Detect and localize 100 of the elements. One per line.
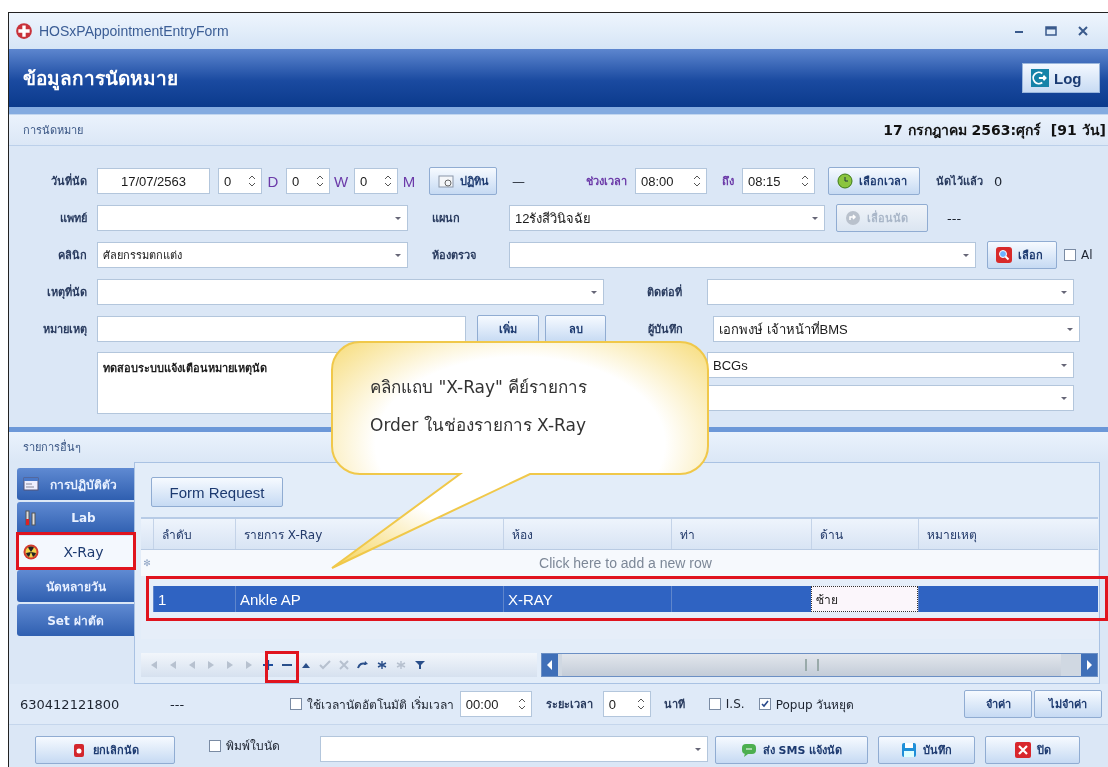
spinner-icon[interactable] <box>248 173 256 189</box>
unit-label: W <box>332 172 350 190</box>
caret-icon[interactable] <box>962 251 970 259</box>
caret-icon[interactable] <box>694 745 702 753</box>
spinner-icon[interactable] <box>636 696 645 712</box>
table-cell: 1 <box>153 586 235 612</box>
add-icon[interactable] <box>261 660 275 670</box>
check-icon[interactable] <box>318 660 332 670</box>
clinic-combo[interactable]: ศัลยกรรมตกแต่ง <box>97 242 408 268</box>
field-label: หมายเหตุ <box>42 322 87 338</box>
spin-field[interactable]: 0 <box>218 168 262 194</box>
side-tab[interactable]: X-Ray <box>17 536 134 568</box>
extra-combo[interactable]: BCGs <box>707 352 1074 378</box>
cancel-appointment-button[interactable]: ยกเลิกนัด <box>35 736 175 764</box>
spinner-icon[interactable] <box>693 173 701 189</box>
column-header[interactable]: ด้าน <box>811 519 918 549</box>
time-field[interactable]: 00:00 <box>459 691 532 717</box>
remember-button[interactable]: จำค่า <box>964 690 1032 718</box>
checkbox[interactable] <box>758 698 771 710</box>
column-header[interactable]: หมายเหตุ <box>918 519 1098 549</box>
close-icon <box>1014 742 1031 758</box>
maximize-icon[interactable] <box>1044 24 1058 38</box>
side-tab[interactable]: Set ผ่าตัด <box>17 604 134 636</box>
department-combo[interactable]: 12รังสีวินิจฉัย <box>509 205 825 231</box>
chat-icon <box>740 742 757 758</box>
note-field[interactable] <box>97 316 466 342</box>
checkbox[interactable] <box>209 739 221 752</box>
pick-time-button[interactable]: เลือกเวลา <box>828 167 920 195</box>
dash-text: — <box>512 173 526 189</box>
time-field[interactable]: 08:00 <box>635 168 707 194</box>
clock-icon <box>837 173 853 189</box>
field-label: แพทย์ <box>59 211 87 227</box>
log-button[interactable]: Log <box>1022 63 1100 93</box>
spin-field[interactable]: 0 <box>286 168 330 194</box>
field-label: ห้องตรวจ <box>432 248 477 264</box>
spin-field[interactable]: 0 <box>354 168 398 194</box>
calendar-button[interactable]: ปฏิทิน <box>429 167 497 195</box>
column-header[interactable]: ห้อง <box>503 519 671 549</box>
caret-icon[interactable] <box>1060 361 1068 369</box>
close-button[interactable]: ปิด <box>985 736 1080 764</box>
save-icon <box>901 742 917 758</box>
spinner-icon[interactable] <box>384 173 392 189</box>
refresh-icon[interactable] <box>356 660 370 670</box>
time-field[interactable]: 08:15 <box>742 168 815 194</box>
calendar-icon <box>438 173 454 189</box>
group-title: รายการอื่นๆ <box>23 438 81 456</box>
date-summary: 17 กรกฎาคม 2563:ศุกร์ [91 วัน] <box>883 121 1106 141</box>
forget-button[interactable]: ไม่จำค่า <box>1034 690 1102 718</box>
scroll-thumb[interactable] <box>562 654 1061 676</box>
recorder-combo[interactable]: เอกพงษ์ เจ้าหน้าที่BMS <box>713 316 1080 342</box>
caret-icon[interactable] <box>590 288 598 296</box>
unit-label: D <box>266 172 280 190</box>
caret-icon[interactable] <box>394 251 402 259</box>
field-label: เหตุที่นัด <box>46 283 87 301</box>
checkbox-label: Popup วันหยุด <box>775 696 855 714</box>
caret-icon[interactable] <box>1060 394 1068 402</box>
field-label: ถึง <box>721 174 735 190</box>
field-label: คลินิก <box>57 248 87 264</box>
caret-icon[interactable] <box>1060 288 1068 296</box>
side-tab[interactable]: การปฏิบัติตัว <box>17 468 134 500</box>
header-title: ข้อมูลการนัดหมาย <box>23 66 178 93</box>
side-tab[interactable]: Lab <box>17 502 134 534</box>
spinner-icon[interactable] <box>517 696 526 712</box>
hn-info: --- <box>170 696 186 712</box>
checkbox[interactable] <box>1064 249 1076 261</box>
postpone-info: --- <box>947 210 962 226</box>
save-button[interactable]: บันทึก <box>878 736 975 764</box>
select-button[interactable]: เลือก <box>987 241 1057 269</box>
new-row-marker: ✻ <box>142 558 152 568</box>
form-request-button[interactable]: Form Request <box>151 477 283 507</box>
window-title: HOSxPAppointmentEntryForm <box>39 23 229 39</box>
caret-icon[interactable] <box>811 214 819 222</box>
checkbox[interactable] <box>708 698 721 710</box>
scrollbar[interactable] <box>541 653 1098 677</box>
column-header[interactable]: ท่า <box>671 519 811 549</box>
checkbox-label: I.S. <box>725 697 745 711</box>
table-cell: X-RAY <box>503 586 671 612</box>
column-header[interactable]: ลำดับ <box>153 519 235 549</box>
asterisk-icon[interactable] <box>375 660 389 670</box>
close-icon[interactable] <box>1076 24 1090 38</box>
caret-icon[interactable] <box>394 214 402 222</box>
table-row[interactable]: 1 Ankle AP X-RAY ซ้าย <box>141 586 1098 612</box>
delete-button[interactable]: ลบ <box>545 315 606 343</box>
filter-icon[interactable] <box>413 660 427 670</box>
date-field[interactable]: 17/07/2563 <box>97 168 210 194</box>
redo-icon <box>845 210 861 226</box>
field-label: นาที <box>663 697 685 713</box>
scroll-right-icon[interactable] <box>1081 654 1097 676</box>
add-button[interactable]: เพิ่ม <box>477 315 539 343</box>
spinner-icon[interactable] <box>801 173 809 189</box>
spinner-icon[interactable] <box>316 173 324 189</box>
scroll-left-icon[interactable] <box>542 654 558 676</box>
spin-field[interactable]: 0 <box>602 691 651 717</box>
caret-icon[interactable] <box>1066 325 1074 333</box>
sms-button[interactable]: ส่ง SMS แจ้งนัด <box>715 736 868 764</box>
field-label: ติดต่อที่ <box>647 283 683 301</box>
new-row-hint[interactable]: Click here to add a new row <box>153 555 1098 571</box>
table-cell[interactable]: ซ้าย <box>811 586 918 612</box>
checkbox[interactable] <box>290 698 302 710</box>
side-tab[interactable]: นัดหลายวัน <box>17 570 134 602</box>
